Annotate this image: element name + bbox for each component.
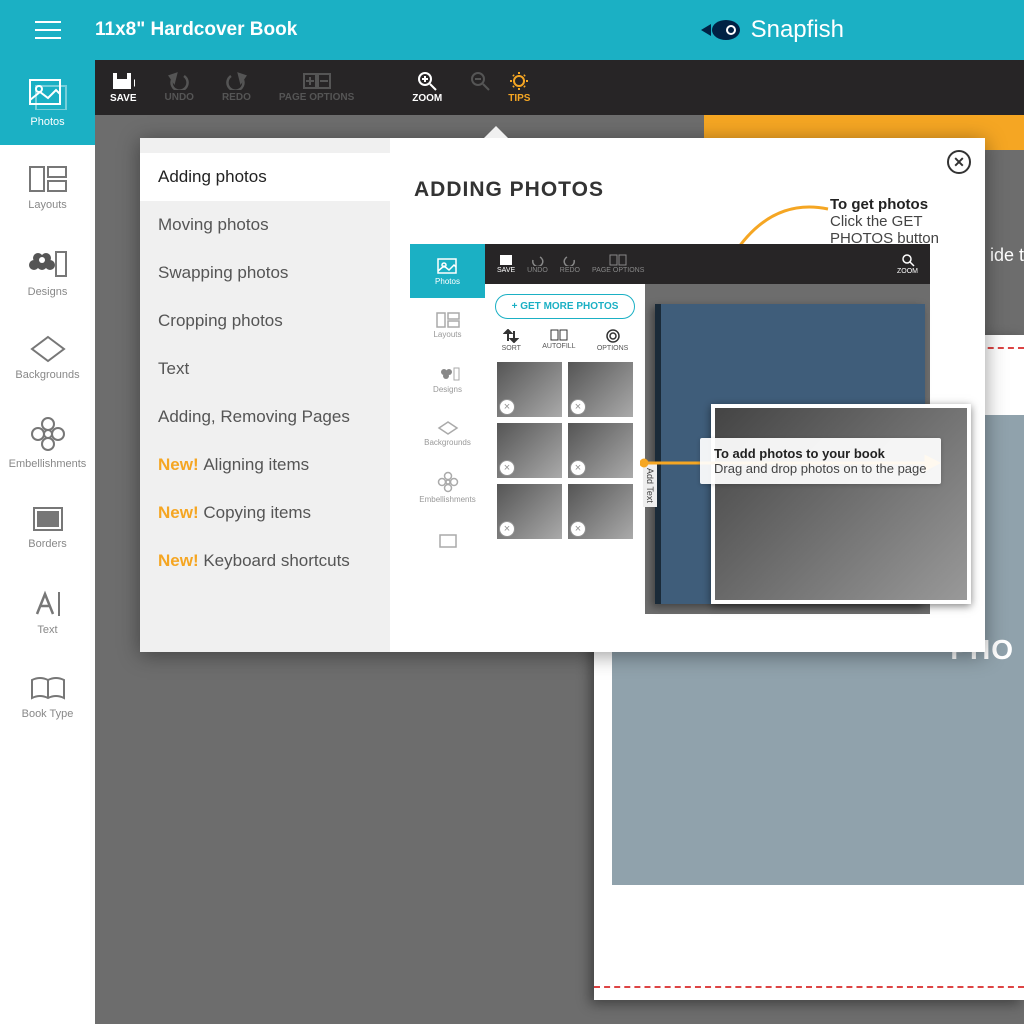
- tips-nav-swapping-photos[interactable]: Swapping photos: [140, 249, 390, 297]
- tips-popup: ✕ Adding photos Moving photos Swapping p…: [140, 138, 985, 652]
- sidebar-item-booktype[interactable]: Book Type: [0, 655, 95, 740]
- photo-thumbnail: [497, 362, 562, 417]
- demo-undo: UNDO: [527, 254, 548, 274]
- tips-nav-aligning[interactable]: New! Aligning items: [140, 441, 390, 489]
- sidebar-item-layouts[interactable]: Layouts: [0, 145, 95, 230]
- photo-thumbnail: [497, 423, 562, 478]
- demo-backgrounds-icon: Backgrounds: [410, 406, 485, 460]
- tips-nav-shortcuts[interactable]: New! Keyboard shortcuts: [140, 537, 390, 585]
- page-title: 11x8" Hardcover Book: [95, 19, 297, 41]
- get-more-photos-button: + GET MORE PHOTOS: [495, 294, 635, 319]
- hint-text: ide th: [990, 245, 1024, 266]
- tips-nav-moving-photos[interactable]: Moving photos: [140, 201, 390, 249]
- tips-hint-top: To get photos Click the GET PHOTOS butto…: [830, 196, 985, 247]
- trim-line: [594, 986, 1024, 988]
- popup-arrow: [484, 126, 508, 138]
- tips-nav-copying[interactable]: New! Copying items: [140, 489, 390, 537]
- photo-thumbnail: [568, 484, 633, 539]
- redo-button[interactable]: REDO: [222, 72, 251, 103]
- tips-nav-text[interactable]: Text: [140, 345, 390, 393]
- tips-nav-cropping-photos[interactable]: Cropping photos: [140, 297, 390, 345]
- page-options-button[interactable]: PAGE OPTIONS: [279, 72, 354, 103]
- menu-button[interactable]: [0, 20, 95, 40]
- tips-content: ADDING PHOTOS To get photos Click the GE…: [390, 138, 985, 652]
- tips-nav-pages[interactable]: Adding, Removing Pages: [140, 393, 390, 441]
- editor-toolbar: SAVE UNDO REDO PAGE OPTIONS ZOOM TIPS: [95, 60, 1024, 115]
- demo-embellishments-icon: Embellishments: [410, 460, 485, 514]
- sidebar-item-embellishments[interactable]: Embellishments: [0, 400, 95, 485]
- tips-nav: Adding photos Moving photos Swapping pho…: [140, 138, 390, 652]
- demo-designs-icon: Designs: [410, 352, 485, 406]
- demo-layouts-icon: Layouts: [410, 298, 485, 352]
- sidebar-item-photos[interactable]: Photos: [0, 60, 95, 145]
- demo-photos-icon: Photos: [410, 244, 485, 298]
- demo-redo: REDO: [560, 254, 580, 274]
- sidebar-item-text[interactable]: Text: [0, 570, 95, 655]
- photo-thumbnail: [568, 423, 633, 478]
- zoom-in-button[interactable]: ZOOM: [412, 71, 442, 104]
- sidebar-item-borders[interactable]: Borders: [0, 485, 95, 570]
- demo-dropped-photo: [711, 404, 971, 604]
- tips-demo: Photos Layouts Designs Backgrounds Embel…: [410, 244, 930, 614]
- demo-zoom: ZOOM: [897, 253, 918, 275]
- sidebar-item-backgrounds[interactable]: Backgrounds: [0, 315, 95, 400]
- tips-nav-adding-photos[interactable]: Adding photos: [140, 153, 390, 201]
- sidebar-item-designs[interactable]: Designs: [0, 230, 95, 315]
- photo-thumbnail: [568, 362, 633, 417]
- zoom-out-button[interactable]: [470, 71, 490, 104]
- autofill-icon: AUTOFILL: [542, 329, 575, 352]
- left-sidebar: Photos Layouts Designs Backgrounds Embel…: [0, 60, 95, 1024]
- undo-button[interactable]: UNDO: [165, 72, 194, 103]
- sort-icon: SORT: [502, 329, 521, 352]
- tips-hint-bottom: To add photos to your book Drag and drop…: [700, 438, 941, 484]
- options-icon: OPTIONS: [597, 329, 629, 352]
- tips-button[interactable]: TIPS: [508, 71, 530, 104]
- photo-thumbnail: [497, 484, 562, 539]
- demo-extra-icon: [410, 514, 485, 568]
- brand-logo: Snapfish: [701, 16, 844, 44]
- demo-page-options: PAGE OPTIONS: [592, 254, 644, 274]
- demo-save: SAVE: [497, 254, 515, 274]
- save-button[interactable]: SAVE: [110, 71, 137, 104]
